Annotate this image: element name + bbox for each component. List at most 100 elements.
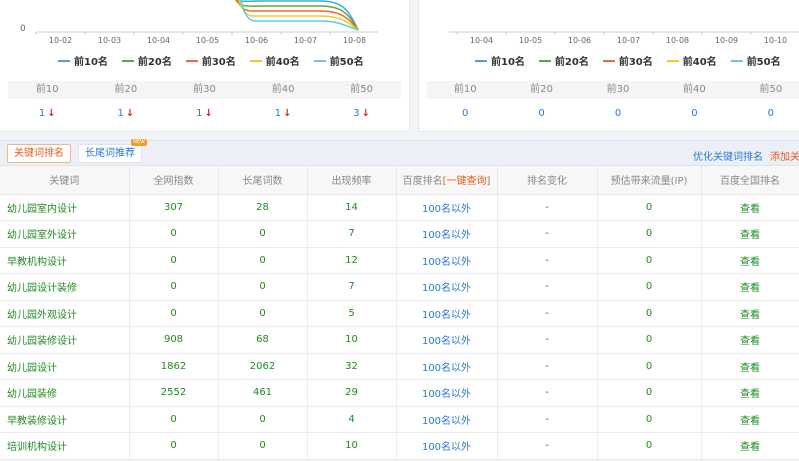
legend-swatch	[185, 59, 198, 62]
stats-value-cell[interactable]: 1 ↓	[87, 105, 166, 123]
baidu-rank-cell[interactable]: 100名以外	[396, 379, 498, 407]
legend-item[interactable]: 前20名	[121, 53, 172, 68]
legend-swatch	[121, 59, 134, 62]
x-tick-label: 10-04	[470, 36, 493, 45]
stats-header-cell: 前10	[35, 84, 59, 95]
stats-header-cell: 前50	[759, 84, 783, 95]
baidu-rank-cell[interactable]: 100名以外	[396, 406, 498, 433]
view-link[interactable]: 查看	[701, 379, 799, 407]
baidu-rank-cell[interactable]: 100名以外	[396, 326, 498, 354]
stats-value: 1	[196, 108, 203, 119]
legend-item[interactable]: 前40名	[666, 53, 717, 68]
keyword-cell[interactable]: 幼儿园设计	[0, 353, 130, 380]
long-tail-count-cell: 68	[218, 326, 308, 354]
stats-value-cell[interactable]: 3 ↓	[322, 105, 401, 123]
stats-value-cell[interactable]: 1 ↓	[244, 105, 323, 123]
stats-value: 0	[767, 108, 775, 119]
x-tick-label: 10-09	[715, 36, 738, 45]
index-cell: 0	[129, 273, 219, 301]
stats-header-cell: 前20	[530, 84, 553, 95]
view-link[interactable]: 查看	[701, 247, 799, 274]
stats-header: 前10 前20 前30 前40 前50	[427, 81, 799, 99]
table-row: 幼儿园设计装修 0 0 7 100名以外 -0 查看	[0, 273, 799, 301]
optimize-keyword-link[interactable]: 优化关键词排名	[693, 148, 763, 163]
new-badge: NEW	[131, 139, 147, 146]
traffic-cell: 0	[597, 353, 702, 380]
baidu-rank-cell[interactable]: 100名以外	[396, 300, 498, 327]
index-cell: 0	[129, 247, 219, 274]
index-cell: 0	[129, 406, 219, 433]
keyword-cell[interactable]: 幼儿园室外设计	[0, 220, 130, 248]
legend-item[interactable]: 前50名	[730, 53, 781, 68]
legend-label: 前30名	[201, 57, 236, 68]
legend-swatch	[313, 59, 326, 62]
keyword-cell[interactable]: 幼儿园室内设计	[0, 194, 130, 221]
legend-item[interactable]: 前10名	[475, 53, 525, 68]
add-keyword-link[interactable]: 添加关键词	[770, 148, 799, 163]
legend-label: 前10名	[491, 57, 525, 68]
baidu-rank-cell[interactable]: 100名以外	[396, 247, 498, 274]
column-header-label: 长尾词数	[242, 176, 283, 188]
stats-value-cell[interactable]: 0	[427, 105, 503, 123]
view-link[interactable]: 查看	[701, 194, 799, 221]
frequency-cell: 10	[307, 432, 397, 460]
table-row: 幼儿园装修设计 908 68 10 100名以外 -0 查看	[0, 326, 799, 354]
long-tail-count-cell: 461	[218, 379, 308, 407]
view-link[interactable]: 查看	[701, 326, 799, 354]
legend-item[interactable]: 前30名	[602, 53, 653, 68]
arrow-down-icon: ↓	[361, 108, 371, 119]
view-link[interactable]: 查看	[701, 273, 799, 301]
rank-change-cell: -	[497, 326, 598, 354]
table-row: 早教装修设计 0 0 4 100名以外 -0 查看	[0, 406, 799, 433]
tab-long-tail-recommend[interactable]: 长尾词推荐 NEW	[78, 139, 147, 163]
keyword-cell[interactable]: 幼儿园装修	[0, 379, 130, 407]
tab-keyword-ranking[interactable]: 关键词排名	[7, 144, 71, 163]
stats-header-cell: 前40	[683, 84, 706, 95]
ranking-trend-panel-left: 0 10-02 10-03 10-04 10-05 10-06 10-07 10-08 前1…	[0, 0, 410, 132]
x-tick-label: 10-06	[245, 36, 268, 45]
one-click-query-link[interactable]: [一键查询]	[443, 176, 491, 187]
view-link[interactable]: 查看	[701, 300, 799, 327]
view-link[interactable]: 查看	[701, 220, 799, 248]
keyword-cell[interactable]: 幼儿园设计装修	[0, 273, 130, 301]
keyword-cell[interactable]: 培训机构设计	[0, 432, 130, 460]
traffic-cell: 0	[597, 273, 702, 301]
stats-value-cell[interactable]: 0	[656, 105, 732, 123]
view-link[interactable]: 查看	[701, 353, 799, 380]
baidu-rank-cell[interactable]: 100名以外	[396, 273, 498, 301]
keyword-cell[interactable]: 幼儿园外观设计	[0, 300, 130, 327]
legend-item[interactable]: 前10名	[58, 53, 108, 68]
legend-label: 前40名	[682, 57, 717, 68]
baidu-rank-cell[interactable]: 100名以外	[396, 194, 498, 221]
legend-swatch	[666, 59, 679, 62]
stats-value-cell[interactable]: 0	[580, 105, 656, 123]
keyword-cell[interactable]: 幼儿园装修设计	[0, 326, 130, 354]
legend-item[interactable]: 前50名	[313, 53, 364, 68]
baidu-rank-cell[interactable]: 100名以外	[396, 432, 498, 460]
legend-swatch	[730, 59, 743, 62]
x-tick-label: 10-07	[294, 36, 317, 45]
legend-item[interactable]: 前30名	[185, 53, 236, 68]
keyword-cell[interactable]: 早教装修设计	[0, 406, 130, 433]
stats-value-cell[interactable]: 1 ↓	[8, 105, 87, 123]
legend-swatch	[602, 59, 615, 62]
stats-value: 1	[117, 108, 124, 119]
column-header-label: 百度排名	[402, 176, 443, 188]
legend-item[interactable]: 前40名	[249, 53, 300, 68]
index-cell: 2552	[129, 379, 219, 407]
view-link[interactable]: 查看	[701, 432, 799, 460]
table-body: 幼儿园室内设计 307 28 14 100名以外 -0 查看 幼儿园室外设计 0 0 7 100名以外…	[0, 194, 799, 460]
stats-value-cell[interactable]: 1 ↓	[165, 105, 244, 123]
legend-item[interactable]: 前20名	[538, 53, 589, 68]
keyword-cell[interactable]: 早教机构设计	[0, 247, 130, 274]
rank-change-cell: -	[497, 406, 598, 433]
long-tail-count-cell: 0	[218, 247, 308, 274]
long-tail-count-cell: 0	[218, 406, 308, 433]
stats-value-cell[interactable]: 0	[733, 105, 799, 123]
stats-value-cell[interactable]: 0	[503, 105, 579, 123]
table-header-row: 关键词 全网指数 长尾词数 出现频率 百度排名[一键查询] 排名变化 预估带来流量(IP) 百…	[0, 166, 799, 195]
view-link[interactable]: 查看	[701, 406, 799, 433]
column-header: 长尾词数	[218, 166, 308, 195]
baidu-rank-cell[interactable]: 100名以外	[396, 220, 498, 248]
baidu-rank-cell[interactable]: 100名以外	[396, 353, 498, 380]
